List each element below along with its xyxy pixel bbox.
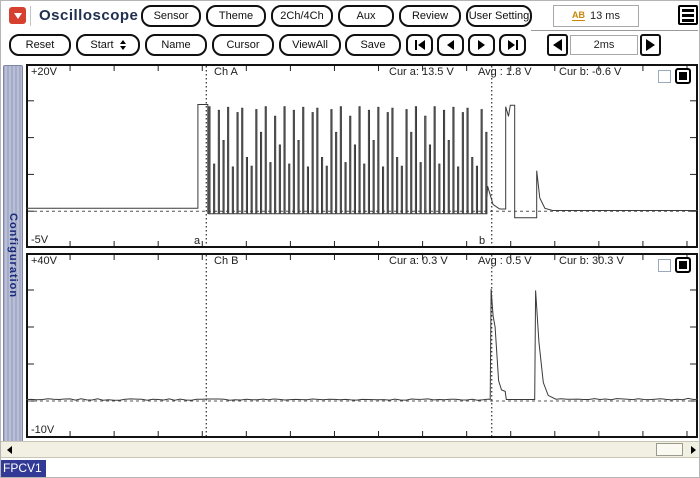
hamburger-menu-icon[interactable] xyxy=(678,5,698,25)
left-triangle-icon xyxy=(6,446,12,454)
app-menu-icon[interactable] xyxy=(9,7,26,24)
waveform-trace xyxy=(26,104,698,219)
right-triangle-icon xyxy=(646,39,655,51)
viewall-button[interactable]: ViewAll xyxy=(279,34,341,56)
right-triangle-icon xyxy=(507,40,515,50)
channel-a-vbottom-label: -5V xyxy=(31,234,49,246)
name-button[interactable]: Name xyxy=(145,34,207,56)
channel-b-cursor-a-readout: Cur a: 0.3 V xyxy=(389,255,448,267)
user-setting-button[interactable]: User Setting xyxy=(466,5,532,27)
step-back-button[interactable] xyxy=(437,34,464,56)
scrollbar-thumb[interactable] xyxy=(656,443,683,456)
cursor-b-tag: b xyxy=(479,235,486,247)
oscilloscope-window: Oscilloscope Sensor Theme 2Ch/4Ch Aux Re… xyxy=(0,0,700,478)
timebase-value: 2ms xyxy=(570,35,638,55)
left-triangle-icon xyxy=(553,39,562,51)
review-button[interactable]: Review xyxy=(399,5,461,27)
left-triangle-icon xyxy=(447,40,454,50)
channel-b-name-label: Ch B xyxy=(214,255,239,267)
toolbar-top: Oscilloscope Sensor Theme 2Ch/4Ch Aux Re… xyxy=(1,3,699,31)
timebase-increase-button[interactable] xyxy=(640,34,661,56)
channel-mode-button[interactable]: 2Ch/4Ch xyxy=(271,5,333,27)
waveform-trace xyxy=(26,288,698,401)
channel-a-checkbox-checked[interactable] xyxy=(675,68,691,84)
bar-glyph xyxy=(515,40,518,50)
menu-bar xyxy=(682,18,694,22)
device-badge: FPCV1 xyxy=(1,460,46,477)
channel-a-plot[interactable]: +20V Ch A Cur a: 13.5 V Avg : 1.8 V Cur … xyxy=(26,64,698,248)
channel-a-cursor-a-readout: Cur a: 13.5 V xyxy=(389,66,454,78)
start-button-label: Start xyxy=(90,39,114,51)
toolbar-second: Reset Start Name Cursor ViewAll Save 2ms xyxy=(1,32,699,60)
step-forward-button[interactable] xyxy=(468,34,495,56)
channel-b-plot[interactable]: +40V Ch B Cur a: 0.3 V Avg : 0.5 V Cur b… xyxy=(26,253,698,438)
cursor-time-display: AB 13 ms xyxy=(553,5,639,27)
bar-glyph xyxy=(414,40,417,50)
channel-b-avg-readout: Avg : 0.5 V xyxy=(478,255,532,267)
ch-a-waveform-chart xyxy=(26,64,698,248)
cursor-button[interactable]: Cursor xyxy=(212,34,274,56)
cursor-time-value: 13 ms xyxy=(590,10,620,22)
channel-a-cursor-b-readout: Cur b: -0.6 V xyxy=(559,66,622,78)
ch-b-waveform-chart xyxy=(26,253,698,438)
reset-button[interactable]: Reset xyxy=(9,34,71,56)
scroll-left-button[interactable] xyxy=(2,443,16,457)
save-button[interactable]: Save xyxy=(345,34,401,56)
channel-a-name-label: Ch A xyxy=(214,66,238,78)
channel-a-avg-readout: Avg : 1.8 V xyxy=(478,66,532,78)
channel-a-checkbox-unchecked[interactable] xyxy=(658,70,671,83)
theme-button[interactable]: Theme xyxy=(206,5,266,27)
channel-b-checkbox-checked[interactable] xyxy=(675,257,691,273)
title-separator xyxy=(30,6,31,26)
left-triangle-icon xyxy=(417,40,425,50)
start-spinner-icon[interactable] xyxy=(119,40,126,50)
timebase-decrease-button[interactable] xyxy=(547,34,568,56)
menu-bar xyxy=(682,8,694,12)
skip-to-start-button[interactable] xyxy=(406,34,433,56)
skip-to-end-button[interactable] xyxy=(499,34,526,56)
right-triangle-icon xyxy=(478,40,485,50)
scroll-right-button[interactable] xyxy=(686,443,699,457)
horizontal-scrollbar[interactable] xyxy=(1,441,699,458)
cursor-a-tag: a xyxy=(194,235,201,247)
right-triangle-icon xyxy=(690,446,696,454)
channel-b-checkbox-unchecked[interactable] xyxy=(658,259,671,272)
toolbar-divider xyxy=(531,30,698,31)
configuration-tab-label: Configuration xyxy=(7,212,19,299)
aux-button[interactable]: Aux xyxy=(338,5,394,27)
checkbox-fill xyxy=(679,72,687,80)
menu-bar xyxy=(682,13,694,17)
channel-b-cursor-b-readout: Cur b: 30.3 V xyxy=(559,255,624,267)
channel-a-vtop-label: +20V xyxy=(31,66,57,78)
channel-b-vbottom-label: -10V xyxy=(31,424,55,436)
checkbox-fill xyxy=(679,261,687,269)
app-title: Oscilloscope xyxy=(39,7,139,24)
configuration-tab[interactable]: Configuration xyxy=(3,65,23,446)
start-button[interactable]: Start xyxy=(76,34,140,56)
channel-b-vtop-label: +40V xyxy=(31,255,57,267)
down-arrow-icon xyxy=(13,12,22,19)
ab-cursor-icon: AB xyxy=(572,10,586,21)
sensor-button[interactable]: Sensor xyxy=(141,5,201,27)
